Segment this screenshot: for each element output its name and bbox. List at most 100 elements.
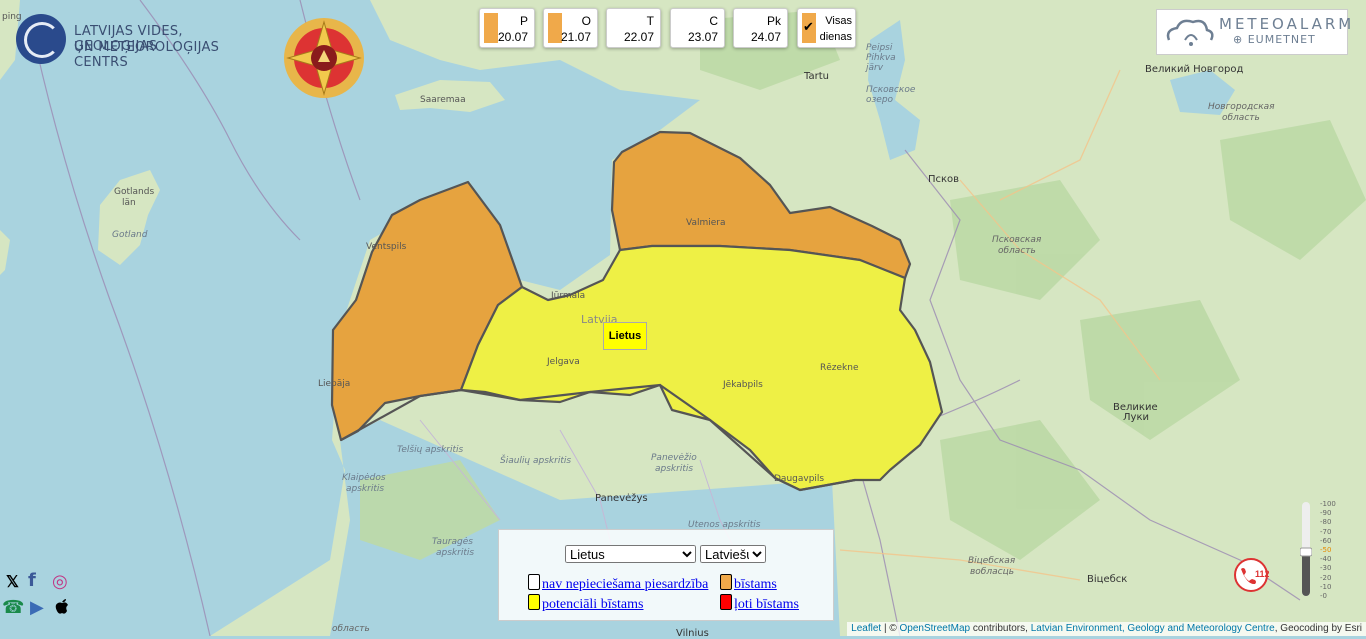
day-button-o[interactable]: O 21.07 [543,8,598,48]
slider-tick-label: -30 [1320,564,1332,573]
map-label: Šiaulių apskritis [500,456,572,466]
map-label: Telšių apskritis [397,445,464,455]
day-name: T [646,14,654,28]
legend-item-potentially-dangerous[interactable]: potenciāli bīstams [528,594,643,613]
map-label: apskritis [655,464,694,474]
slider-tick-label: -90 [1320,509,1332,518]
map-label: Gotlands [114,187,155,197]
meteoalarm-title: METEOALARM [1219,15,1355,33]
map-label: Klaipėdos [342,473,386,483]
map-label: Jelgava [547,357,580,367]
map-label: Tartu [804,71,829,82]
map-label: Jūrmala [551,291,586,301]
slider-tick-label: -100 [1320,500,1336,508]
instagram-icon[interactable]: ◎ [52,571,68,591]
day-date: dienas [819,31,852,43]
day-button-p[interactable]: P 20.07 [479,8,535,48]
emergency-112-icon[interactable]: 112 [1233,557,1269,593]
map-label: Vilnius [676,628,709,639]
day-date: 24.07 [750,30,781,44]
meteoalarm-subtitle: ⊕ EUMETNET [1233,33,1316,46]
legend-swatch [720,574,732,590]
day-button-t[interactable]: T 22.07 [606,8,661,48]
map-label: Псковское [866,85,916,95]
day-date: 20.07 [497,30,528,44]
legend-item-none[interactable]: nav nepieciešama piesardzība [528,574,708,593]
lvgmc-link[interactable]: Latvian Environment, Geology and Meteoro… [1031,623,1275,634]
check-icon: ✔ [803,19,814,34]
map-label: Daugavpils [774,474,825,484]
cloud-icon [1166,19,1214,46]
language-select[interactable]: Latviešu [700,545,766,563]
map-label: apskritis [346,484,385,494]
warning-label[interactable]: Lietus [603,322,647,350]
map-label: apskritis [436,548,475,558]
map-label: Panevėžys [595,493,648,504]
osm-link[interactable]: OpenStreetMap [900,623,971,634]
day-color-swatch [548,13,562,43]
day-name: Visas [825,15,852,27]
google-play-icon[interactable]: ▶ [30,597,44,617]
map-label: вобласць [970,567,1015,577]
slider-tick-label: -60 [1320,536,1332,545]
slider-tick-label: -70 [1320,527,1332,536]
day-button-all[interactable]: ✔ Visas dienas [797,8,856,48]
day-name: P [519,14,528,28]
slider-tick-label: -80 [1320,518,1332,527]
vugd-emblem-icon[interactable] [278,12,370,104]
day-name: C [709,14,718,28]
map-label: järv [866,63,884,73]
map-label: Псков [928,174,960,185]
map-label: Liepāja [318,379,351,389]
legend-item-very-dangerous[interactable]: ļoti bīstams [720,594,799,613]
map-label: Луки [1123,412,1149,423]
meteoalarm-logo[interactable]: METEOALARM ⊕ EUMETNET [1156,9,1351,55]
day-date: 23.07 [687,30,718,44]
map-label: озеро [866,95,894,105]
map-label: Rēzekne [820,363,859,373]
org-name-line2: UN METEOROLOĢIJAS CENTRS [74,40,220,70]
legend-swatch [528,594,540,610]
facebook-icon[interactable]: f [28,571,36,591]
phone-app-icon[interactable]: ☎ [2,597,24,617]
map-label: län [122,198,136,208]
map-label: область [1222,113,1260,123]
day-date: 21.07 [560,30,591,44]
day-color-swatch: ✔ [802,13,816,43]
legend-panel: Lietus Latviešu nav nepieciešama piesard… [498,529,834,621]
map-label: Псковская [992,235,1042,245]
slider-tick-label: -40 [1320,555,1332,564]
map-label: Jēkabpils [723,380,763,390]
map-label: Ventspils [366,242,407,252]
map-label: Saaremaa [420,95,466,105]
slider-tick-label: -20 [1320,573,1332,582]
legend-swatch [528,574,540,590]
slider-handle [1300,547,1312,557]
apple-icon[interactable] [54,597,70,619]
legend-item-dangerous[interactable]: bīstams [720,574,777,593]
map-label: Peipsi [866,43,893,53]
lvgmc-logo[interactable]: LATVIJAS VIDES, ĢEOLOĢIJAS UN METEOROLOĢ… [14,12,264,70]
map-label: область [332,624,370,634]
lvgmc-logo-icon [16,14,66,64]
day-name: O [581,14,591,28]
day-button-c[interactable]: C 23.07 [670,8,725,48]
slider-tick-label: -0 [1320,592,1327,600]
map-label: Tauragės [432,537,473,547]
map-label: Віцебск [1087,574,1128,585]
warning-type-select[interactable]: Lietus [565,545,696,563]
map-label: Новгородская [1208,102,1275,112]
slider-tick-label: -10 [1320,582,1332,591]
x-twitter-icon[interactable]: 𝕏 [6,573,19,593]
map-label: область [998,246,1036,256]
day-color-swatch [484,13,498,43]
map-label: Gotland [112,230,148,240]
day-name: Pk [766,14,781,28]
legend-swatch [720,594,732,610]
emergency-number: 112 [1255,569,1269,579]
day-button-pk[interactable]: Pk 24.07 [733,8,788,48]
leaflet-link[interactable]: Leaflet [851,623,881,634]
map-label: Valmiera [686,218,726,228]
opacity-slider[interactable] [1300,502,1312,596]
map-attribution: Leaflet | © OpenStreetMap contributors, … [847,622,1366,636]
